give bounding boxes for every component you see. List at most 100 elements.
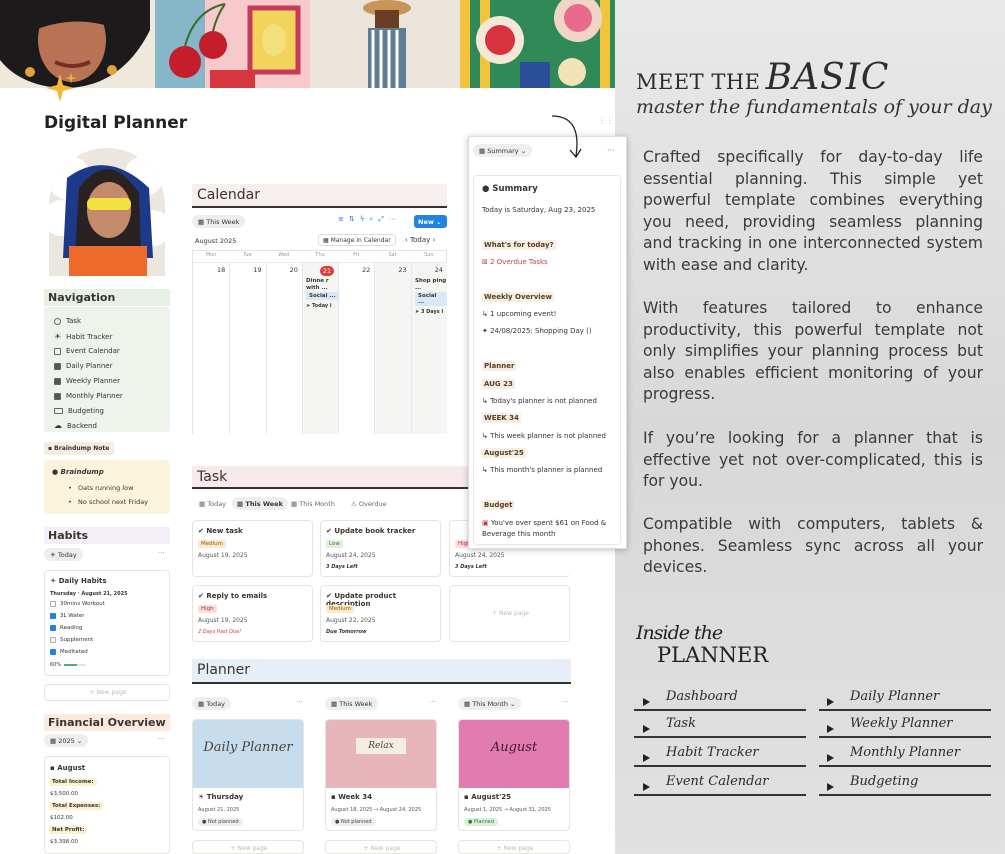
summary-title: Summary <box>492 184 538 194</box>
financial-month-card[interactable]: ▪ August Total Income: $3,500.00 Total E… <box>44 756 170 854</box>
month-planner-label[interactable]: August'25 <box>482 448 526 458</box>
summary-card[interactable]: ● Summary Today is Saturday, Aug 23, 202… <box>473 175 621 545</box>
nav-item-label: Habit Tracker <box>66 332 113 341</box>
planner-card[interactable]: Daily Planner ☀ Thursday August 21, 2025 ● … <box>192 719 304 831</box>
calendar-day-cell[interactable]: 18 <box>193 262 230 434</box>
calendar-new-button[interactable]: New ⌄ <box>414 215 447 228</box>
nav-item-monthly-planner[interactable]: Monthly Planner <box>54 392 123 400</box>
financial-year-selector[interactable]: ▦ 2025 ⌄ <box>44 734 89 747</box>
task-card[interactable]: ✔ Update book tracker Low August 24, 2025 3… <box>320 520 441 577</box>
status-label: Not planned <box>340 819 372 825</box>
braindump-card[interactable]: ● Braindump • Oats running low • No scho… <box>44 460 170 514</box>
manage-in-calendar-button[interactable]: ▦ Manage in Calendar <box>318 234 396 246</box>
nav-item-daily-planner[interactable]: Daily Planner <box>54 362 112 370</box>
habit-item[interactable]: 3L Water <box>50 613 85 619</box>
daily-habits-card[interactable]: ☀ Daily Habits Thursday · August 21, 202… <box>44 570 170 676</box>
calendar-grid: Mon Tue Wed Thu Fri Sat Sun 18 19 20 21 22 23 24 Din… <box>192 250 447 434</box>
feature-link[interactable]: Task <box>666 716 696 731</box>
apple-icon: ● <box>482 184 493 194</box>
planner-view-tab[interactable]: ▦ This Month ⌄ <box>458 697 522 710</box>
week-planner-label[interactable]: WEEK 34 <box>482 413 521 423</box>
planner-view-tab[interactable]: ▦ This Week <box>325 697 379 710</box>
more-options-icon[interactable]: ··· <box>429 698 436 706</box>
day-number: 19 <box>253 266 262 274</box>
task-card[interactable]: ✔ New task Medium August 19, 2025 <box>192 520 313 577</box>
planner-cover-image: August <box>459 720 569 788</box>
nav-item-label: Daily Planner <box>66 362 113 370</box>
link-underline <box>819 736 991 738</box>
sun-icon: ☀ <box>198 793 207 801</box>
upcoming-event-item[interactable]: ✦ 24/08/2025: Shopping Day () <box>482 327 592 335</box>
feature-link[interactable]: Habit Tracker <box>666 745 759 760</box>
overdue-link[interactable]: ⊠ 2 Overdue Tasks <box>482 258 548 266</box>
drag-handle-icon[interactable]: ⋮⋮ <box>598 116 614 125</box>
planner-view-tab[interactable]: ▦ Today <box>192 697 232 710</box>
feature-link[interactable]: Weekly Planner <box>850 716 953 731</box>
status-label: Not planned <box>207 819 239 825</box>
more-options-icon[interactable]: ··· <box>607 146 615 155</box>
habit-item[interactable]: 30mins Workout <box>50 601 105 607</box>
calendar-view-this-week[interactable]: ▦ This Week <box>192 215 246 228</box>
more-options-icon[interactable]: ··· <box>562 698 569 706</box>
calendar-today-button[interactable]: Today <box>410 236 430 244</box>
feature-link[interactable]: Budgeting <box>850 774 918 789</box>
more-options-icon[interactable]: ··· <box>158 549 165 557</box>
calendar-day-cell[interactable]: 23 <box>374 262 411 434</box>
planner-card[interactable]: Relax ▪ Week 34 August 18, 2025 → August 2… <box>325 719 437 831</box>
meet-the-basic-heading: MEET THE BASIC <box>636 57 889 98</box>
chevron-right-icon[interactable]: › <box>430 236 436 244</box>
nav-item-habit-tracker[interactable]: ☀ Habit Tracker <box>54 332 112 341</box>
grid-icon: ▦ <box>479 147 488 155</box>
cover-text: Daily Planner <box>203 740 293 755</box>
planner-new-page-button[interactable]: + New page <box>458 840 570 854</box>
nav-item-budgeting[interactable]: Budgeting <box>54 407 104 415</box>
task-tab[interactable]: ▦ This Month <box>286 497 340 510</box>
feature-link[interactable]: Daily Planner <box>850 689 939 704</box>
calendar-day-cell[interactable]: 20 <box>265 262 302 434</box>
braindump-chip[interactable]: ▪ Braindump Note <box>44 442 114 455</box>
task-tab[interactable]: ▦ This Week <box>232 497 288 510</box>
task-tab[interactable]: ▦ Today <box>194 497 231 510</box>
task-card[interactable]: ✔ Reply to emails High August 19, 2025 2 Da… <box>192 585 313 642</box>
summary-view-tab[interactable]: ▦ Summary ⌄ <box>473 144 533 157</box>
chevron-down-icon: ⌄ <box>74 737 83 745</box>
banner-illustration-woman-dress <box>310 0 460 88</box>
habits-new-page-button[interactable]: + New page <box>44 684 170 701</box>
view-label: Today <box>206 700 226 708</box>
feature-link[interactable]: Event Calendar <box>666 774 768 789</box>
checkbox[interactable] <box>50 637 56 643</box>
habit-item[interactable]: Reading <box>50 625 82 631</box>
task-card[interactable]: ✔ Update product description Medium August… <box>320 585 441 642</box>
checkbox[interactable] <box>50 649 56 655</box>
calendar-event-shopping[interactable]: Shop ping ... Social ... ➤ 3 Days l <box>415 278 447 315</box>
nav-item-weekly-planner[interactable]: Weekly Planner <box>54 377 120 385</box>
checkbox[interactable] <box>50 613 56 619</box>
planner-new-page-button[interactable]: + New page <box>192 840 304 854</box>
task-new-page-button[interactable]: + New page <box>449 585 570 642</box>
calendar-week-icon <box>54 377 61 385</box>
day-planner-label[interactable]: AUG 23 <box>482 379 515 389</box>
curved-arrow-icon <box>551 115 582 159</box>
habit-item[interactable]: Meditated <box>50 649 88 655</box>
more-options-icon[interactable]: ··· <box>296 698 303 706</box>
description-paragraph-2: With features tailored to enhance produc… <box>643 299 983 404</box>
more-options-icon[interactable]: ··· <box>158 735 165 743</box>
feature-link[interactable]: Monthly Planner <box>850 745 960 760</box>
checkbox[interactable] <box>50 601 56 607</box>
habit-item[interactable]: Supplement <box>50 637 93 643</box>
habits-view-today[interactable]: ☀ Today <box>44 548 83 561</box>
calendar-day-cell[interactable]: 19 <box>229 262 266 434</box>
planner-new-page-button[interactable]: + New page <box>325 840 437 854</box>
feature-link[interactable]: Dashboard <box>666 689 738 704</box>
calendar-day-cell[interactable]: 22 <box>338 262 375 434</box>
task-tab[interactable]: ⚠ Overdue <box>346 497 392 510</box>
checkbox[interactable] <box>50 625 56 631</box>
nav-item-event-calendar[interactable]: Event Calendar <box>54 347 120 355</box>
calendar-toolbar-icons[interactable]: ≡⇅ϟ⌕⤢⋯ <box>338 215 401 224</box>
calendar-event-dinner[interactable]: Dinne r with ... Social ... ➤ Today i <box>306 278 340 309</box>
grid-icon: ▦ <box>291 500 300 508</box>
nav-item-task[interactable]: Task <box>54 317 81 325</box>
planner-card[interactable]: August ▪ August'25 August 1, 2025 → August… <box>458 719 570 831</box>
calendar-heading: Calendar <box>192 184 447 208</box>
nav-item-backend[interactable]: ☁ Backend <box>54 421 97 430</box>
